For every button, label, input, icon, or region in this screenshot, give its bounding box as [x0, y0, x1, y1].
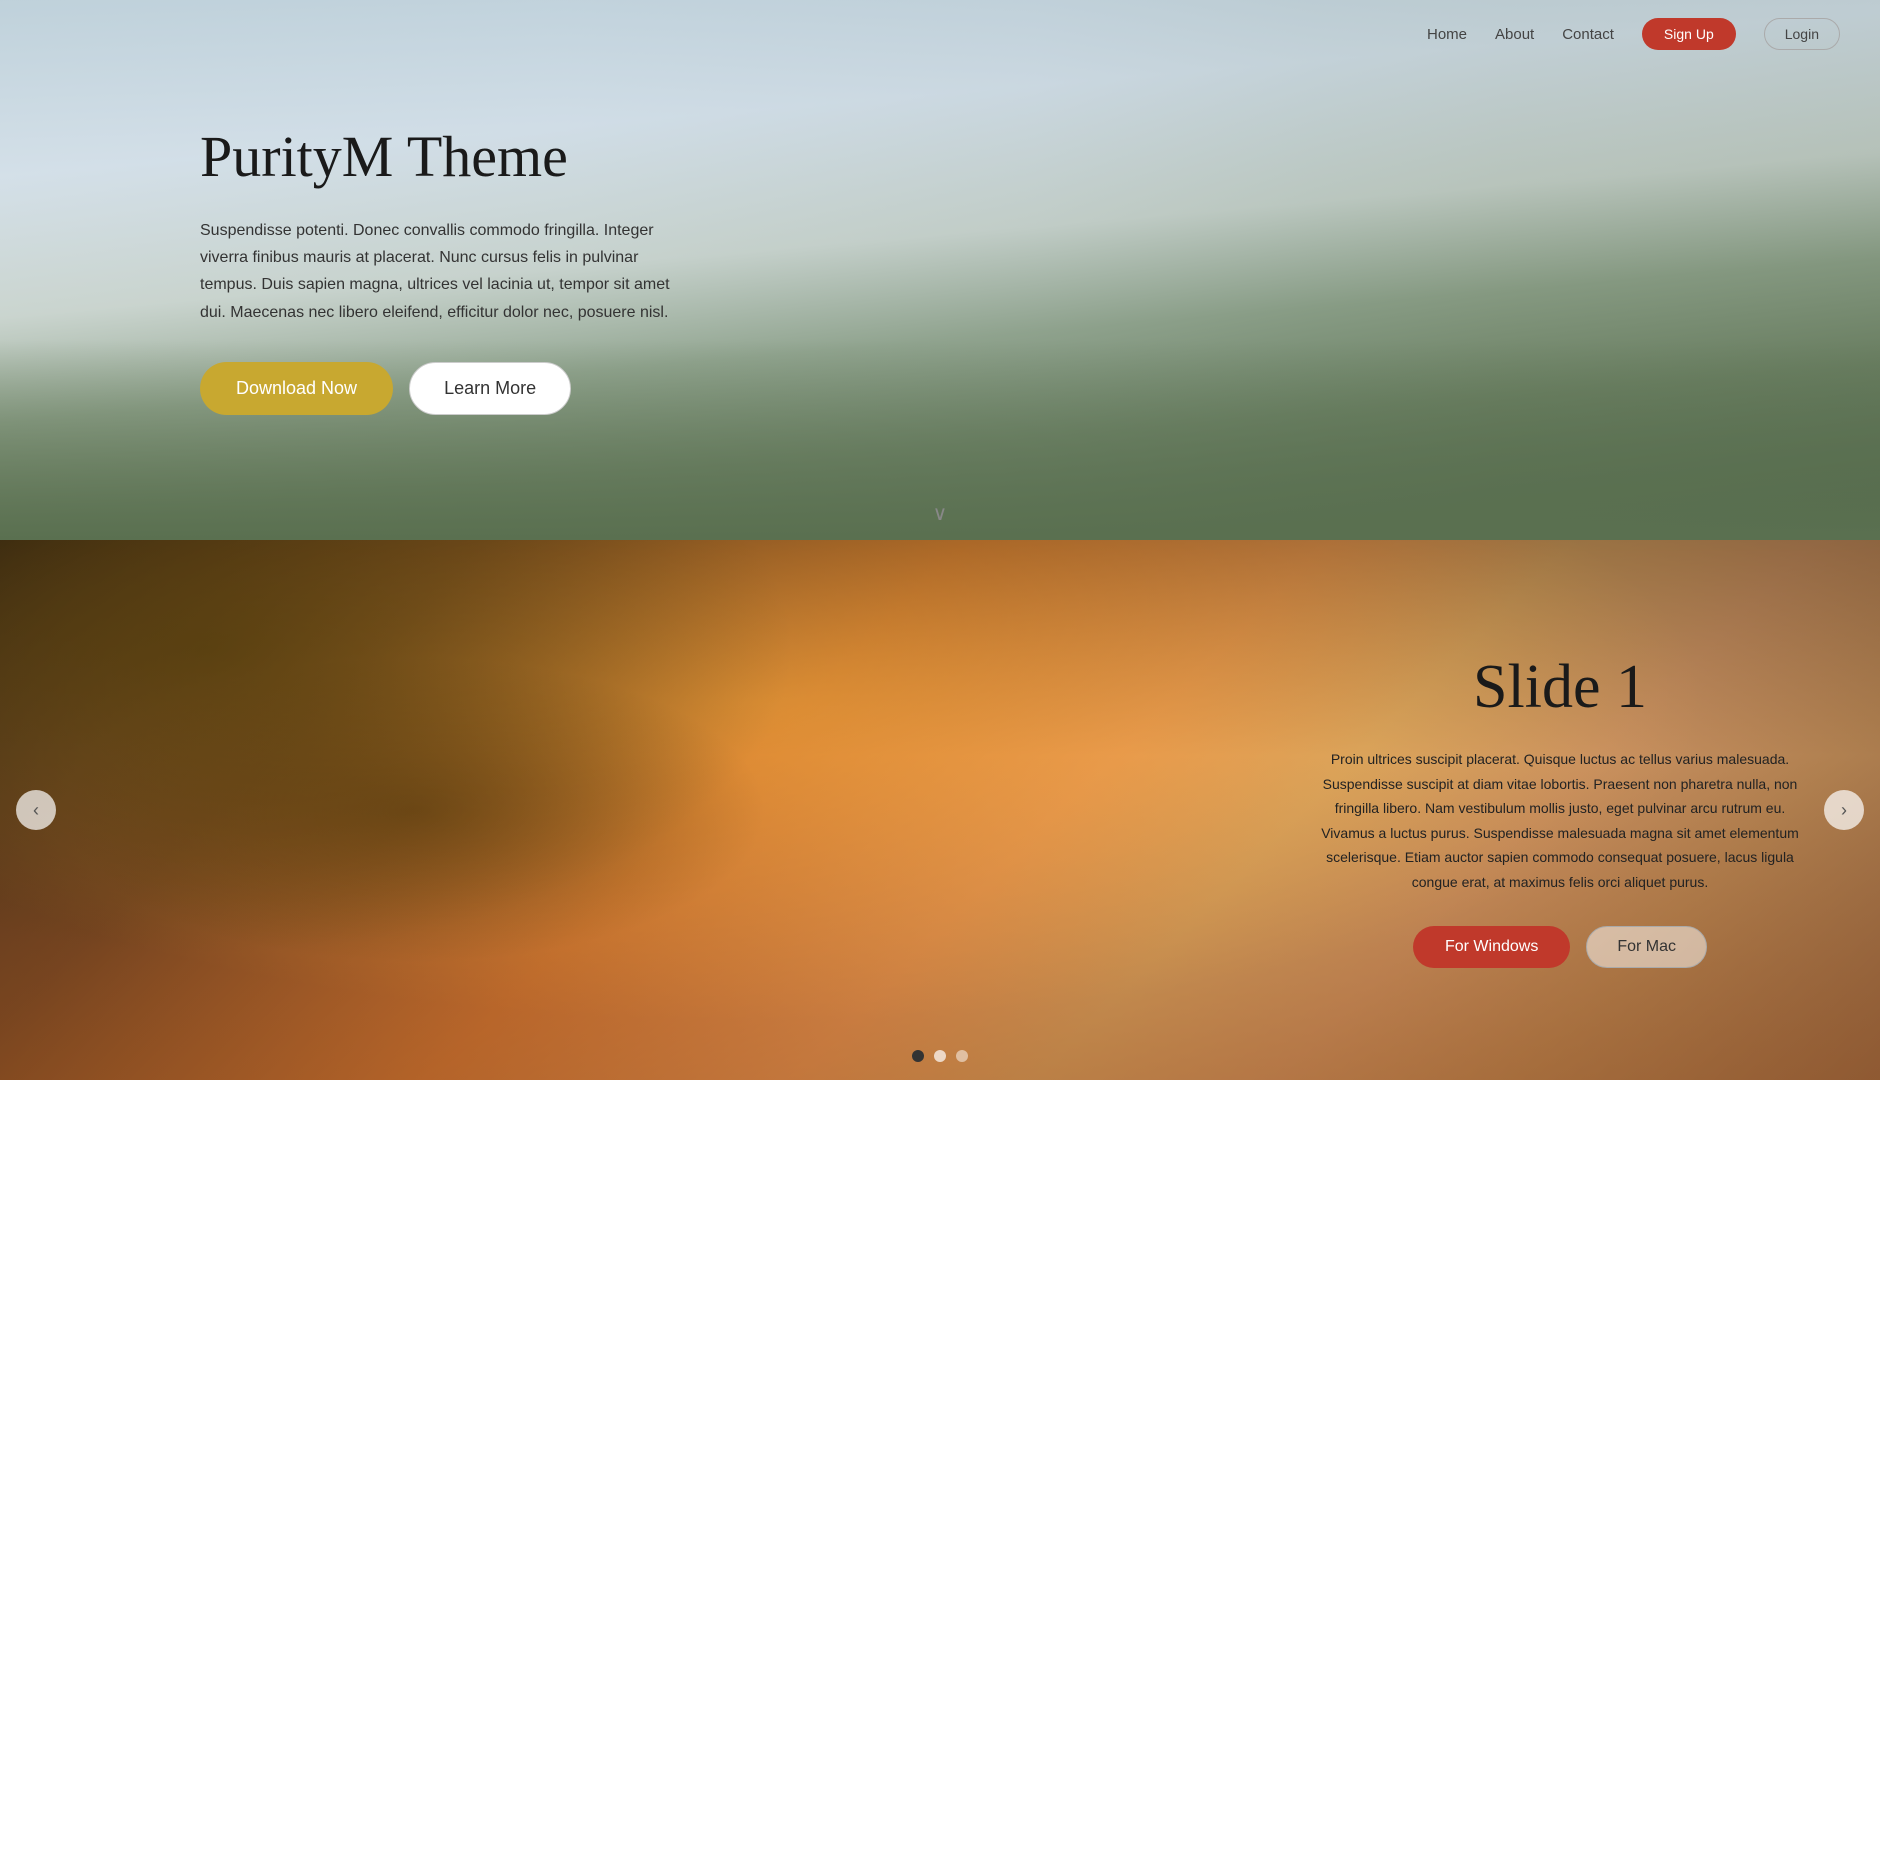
download-button[interactable]: Download Now [200, 362, 393, 415]
navbar: Home About Contact Sign Up Login [0, 0, 1880, 68]
carousel-dot-1[interactable] [912, 1050, 924, 1062]
nav-links: Home About Contact Sign Up Login [1427, 18, 1840, 50]
carousel-next-button[interactable]: › [1824, 790, 1864, 830]
carousel-dot-3[interactable] [956, 1050, 968, 1062]
slide-buttons: For Windows For Mac [1320, 926, 1800, 968]
hero-title: PurityM Theme [200, 125, 680, 189]
nav-home[interactable]: Home [1427, 26, 1467, 43]
for-windows-button[interactable]: For Windows [1413, 926, 1570, 968]
learn-more-button[interactable]: Learn More [409, 362, 571, 415]
slide-section: ‹ › Slide 1 Proin ultrices suscipit plac… [0, 540, 1880, 1080]
login-button[interactable]: Login [1764, 18, 1840, 50]
hero-section: PurityM Theme Suspendisse potenti. Donec… [0, 0, 1880, 540]
slide-title: Slide 1 [1320, 652, 1800, 723]
slide-description: Proin ultrices suscipit placerat. Quisqu… [1320, 747, 1800, 894]
carousel-dot-2[interactable] [934, 1050, 946, 1062]
nav-about[interactable]: About [1495, 26, 1534, 43]
slide-content: Slide 1 Proin ultrices suscipit placerat… [1320, 652, 1800, 968]
nav-contact[interactable]: Contact [1562, 26, 1614, 43]
for-mac-button[interactable]: For Mac [1586, 926, 1707, 968]
carousel-prev-button[interactable]: ‹ [16, 790, 56, 830]
hero-content: PurityM Theme Suspendisse potenti. Donec… [0, 125, 680, 415]
hero-description: Suspendisse potenti. Donec convallis com… [200, 217, 680, 326]
hero-buttons: Download Now Learn More [200, 362, 680, 415]
hero-chevron: ∨ [933, 501, 948, 526]
signup-button[interactable]: Sign Up [1642, 18, 1736, 50]
carousel-dots [912, 1050, 968, 1062]
